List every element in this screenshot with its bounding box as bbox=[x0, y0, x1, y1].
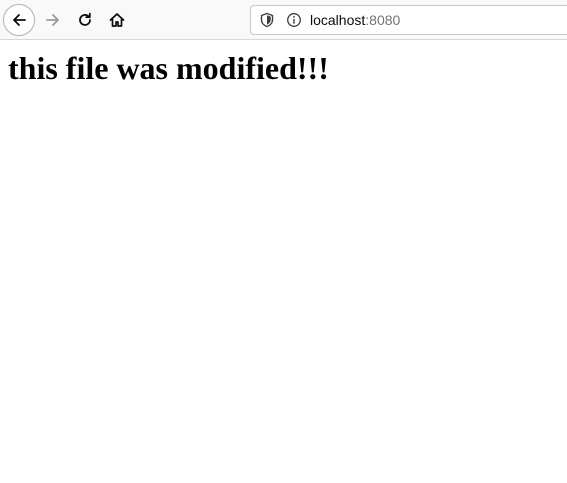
forward-button[interactable] bbox=[37, 4, 69, 36]
shield-icon[interactable] bbox=[259, 12, 275, 28]
page-heading: this file was modified!!! bbox=[8, 50, 329, 86]
page-content: this file was modified!!! bbox=[0, 40, 567, 95]
url-port: :8080 bbox=[365, 12, 401, 28]
address-bar[interactable]: localhost:8080 bbox=[250, 5, 567, 35]
browser-toolbar: localhost:8080 bbox=[0, 0, 567, 40]
reload-icon bbox=[79, 12, 91, 26]
url-text[interactable]: localhost:8080 bbox=[310, 12, 400, 29]
reload-button[interactable] bbox=[69, 4, 101, 36]
arrow-right-icon bbox=[46, 14, 59, 26]
home-icon bbox=[109, 13, 125, 27]
url-host: localhost bbox=[310, 12, 366, 28]
info-icon[interactable] bbox=[286, 12, 302, 28]
back-button[interactable] bbox=[3, 4, 35, 36]
home-button[interactable] bbox=[101, 4, 133, 36]
arrow-left-icon bbox=[13, 14, 26, 26]
